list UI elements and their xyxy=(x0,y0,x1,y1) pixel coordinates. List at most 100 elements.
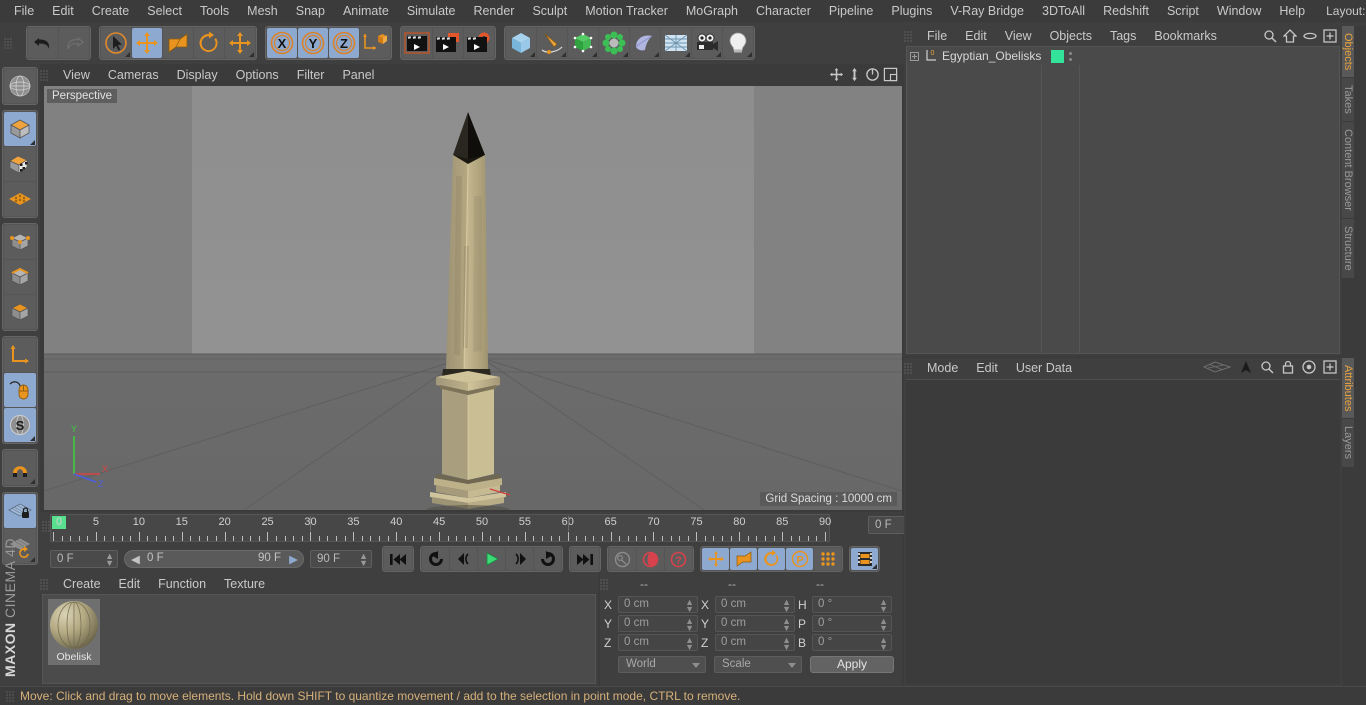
spinner-icon[interactable]: ▲▼ xyxy=(782,617,791,633)
vtab-content-browser[interactable]: Content Browser xyxy=(1342,122,1354,219)
make-editable-icon[interactable] xyxy=(4,69,36,103)
attribute-menu-mode[interactable]: Mode xyxy=(918,357,967,379)
object-menu-edit[interactable]: Edit xyxy=(956,25,996,47)
coordinates-grip-handle[interactable] xyxy=(600,578,609,590)
coordinate-mode-dropdown[interactable]: Scale xyxy=(714,656,802,673)
spinner-icon[interactable]: ▲▼ xyxy=(782,636,791,652)
search-icon[interactable] xyxy=(1260,360,1274,374)
spinner-icon[interactable]: ▲▼ xyxy=(879,636,888,652)
rotation-h-field[interactable]: 0 ° ▲ ▼ xyxy=(812,596,892,614)
tool-expand-corner[interactable] xyxy=(30,557,35,562)
go-to-end-icon[interactable] xyxy=(571,548,599,570)
menu-item-simulate[interactable]: Simulate xyxy=(398,0,465,22)
material-menu-function[interactable]: Function xyxy=(149,573,215,595)
target-icon[interactable] xyxy=(1302,360,1316,374)
object-axis-icon[interactable] xyxy=(4,338,36,372)
texture-mode-icon[interactable] xyxy=(4,147,36,181)
dolly-viewport-icon[interactable] xyxy=(847,67,862,82)
redo-icon[interactable] xyxy=(59,28,89,58)
position-key-icon[interactable] xyxy=(702,548,729,570)
move-tool-icon[interactable] xyxy=(132,28,162,58)
attribute-menu-edit[interactable]: Edit xyxy=(967,357,1007,379)
lock-workplane-icon[interactable] xyxy=(4,494,36,528)
perspective-viewport[interactable]: Y X Z Perspective Grid Spacing : 10000 c… xyxy=(44,86,902,510)
menu-item-create[interactable]: Create xyxy=(83,0,139,22)
attribute-menu-user-data[interactable]: User Data xyxy=(1007,357,1081,379)
add-spline-icon[interactable] xyxy=(537,28,567,58)
viewport-menu-display[interactable]: Display xyxy=(168,64,227,86)
step-back-icon[interactable] xyxy=(450,548,477,570)
add-icon[interactable] xyxy=(1323,360,1337,374)
record-active-objects-icon[interactable] xyxy=(637,548,664,570)
apply-button[interactable]: Apply xyxy=(810,656,894,673)
tool-expand-corner[interactable] xyxy=(592,52,597,57)
object-menu-objects[interactable]: Objects xyxy=(1041,25,1101,47)
vtab-structure[interactable]: Structure xyxy=(1342,218,1354,279)
keyframe-selection-icon[interactable]: ? xyxy=(665,548,692,570)
ellipse-icon[interactable] xyxy=(1303,29,1317,43)
scale-key-icon[interactable] xyxy=(730,548,757,570)
point-level-anim-icon[interactable] xyxy=(814,548,841,570)
points-mode-icon[interactable] xyxy=(4,225,36,259)
material-menu-create[interactable]: Create xyxy=(54,573,110,595)
menu-item-tools[interactable]: Tools xyxy=(191,0,238,22)
vtab-objects[interactable]: Objects xyxy=(1342,26,1354,79)
menu-item-mesh[interactable]: Mesh xyxy=(238,0,287,22)
spinner-icon[interactable]: ▲▼ xyxy=(685,636,694,652)
viewport-3d-scene[interactable]: Y X Z xyxy=(44,86,902,510)
autokey-icon[interactable] xyxy=(609,548,636,570)
play-backwards-loop-icon[interactable] xyxy=(422,548,449,570)
menu-item-mograph[interactable]: MoGraph xyxy=(677,0,747,22)
rotate-viewport-icon[interactable] xyxy=(865,67,880,82)
menu-item-v-ray-bridge[interactable]: V-Ray Bridge xyxy=(941,0,1033,22)
tool-expand-corner[interactable] xyxy=(125,52,130,57)
snap-magnet-icon[interactable] xyxy=(4,451,36,485)
menu-item-script[interactable]: Script xyxy=(1158,0,1208,22)
object-menu-bookmarks[interactable]: Bookmarks xyxy=(1145,25,1226,47)
menu-item-character[interactable]: Character xyxy=(747,0,820,22)
spinner-icon[interactable]: ▲▼ xyxy=(879,617,888,633)
axis-z-button[interactable]: Z xyxy=(329,28,359,58)
menu-item-snap[interactable]: Snap xyxy=(287,0,334,22)
expand-icon[interactable] xyxy=(910,51,919,61)
workplane-mode-icon[interactable] xyxy=(4,182,36,216)
range-left-arrow-icon[interactable]: ◀ xyxy=(131,552,140,566)
add-layer-icon[interactable] xyxy=(1323,29,1337,43)
viewport-menu-filter[interactable]: Filter xyxy=(288,64,334,86)
add-environment-icon[interactable] xyxy=(661,28,691,58)
material-menu-edit[interactable]: Edit xyxy=(110,573,150,595)
tool-expand-corner[interactable] xyxy=(872,564,877,569)
position-z-field[interactable]: 0 cm ▲ ▼ xyxy=(618,634,698,652)
pan-viewport-icon[interactable] xyxy=(829,67,844,82)
menu-item-edit[interactable]: Edit xyxy=(43,0,83,22)
parameter-key-icon[interactable]: P xyxy=(786,548,813,570)
play-forward-icon[interactable] xyxy=(478,548,505,570)
search-icon[interactable] xyxy=(1263,29,1277,43)
toolbar-grip-handle[interactable] xyxy=(4,37,13,49)
menu-item-redshift[interactable]: Redshift xyxy=(1094,0,1158,22)
layout-icon[interactable] xyxy=(1202,360,1232,374)
maximize-viewport-icon[interactable] xyxy=(883,67,898,82)
position-y-field[interactable]: 0 cm ▲ ▼ xyxy=(618,615,698,633)
menu-item-select[interactable]: Select xyxy=(138,0,191,22)
vtab-attributes[interactable]: Attributes xyxy=(1342,358,1354,420)
animate-mode-icon[interactable] xyxy=(851,548,878,570)
spinner-icon[interactable]: ▲▼ xyxy=(685,598,694,614)
home-icon[interactable] xyxy=(1283,29,1297,43)
add-deformer-icon[interactable] xyxy=(599,28,629,58)
render-region-icon[interactable] xyxy=(433,28,463,58)
size-x-field[interactable]: 0 cm ▲ ▼ xyxy=(715,596,795,614)
object-menu-tags[interactable]: Tags xyxy=(1101,25,1145,47)
add-generator-icon[interactable] xyxy=(568,28,598,58)
rotation-key-icon[interactable] xyxy=(758,548,785,570)
menu-item-render[interactable]: Render xyxy=(464,0,523,22)
menu-item-help[interactable]: Help xyxy=(1270,0,1314,22)
material-grip-handle[interactable] xyxy=(40,578,49,590)
vtab-layers[interactable]: Layers xyxy=(1342,419,1354,468)
object-menu-file[interactable]: File xyxy=(918,25,956,47)
add-camera-icon[interactable] xyxy=(692,28,722,58)
menu-item-animate[interactable]: Animate xyxy=(334,0,398,22)
vtab-takes[interactable]: Takes xyxy=(1342,78,1354,123)
tool-expand-corner[interactable] xyxy=(654,52,659,57)
object-menu-view[interactable]: View xyxy=(996,25,1041,47)
